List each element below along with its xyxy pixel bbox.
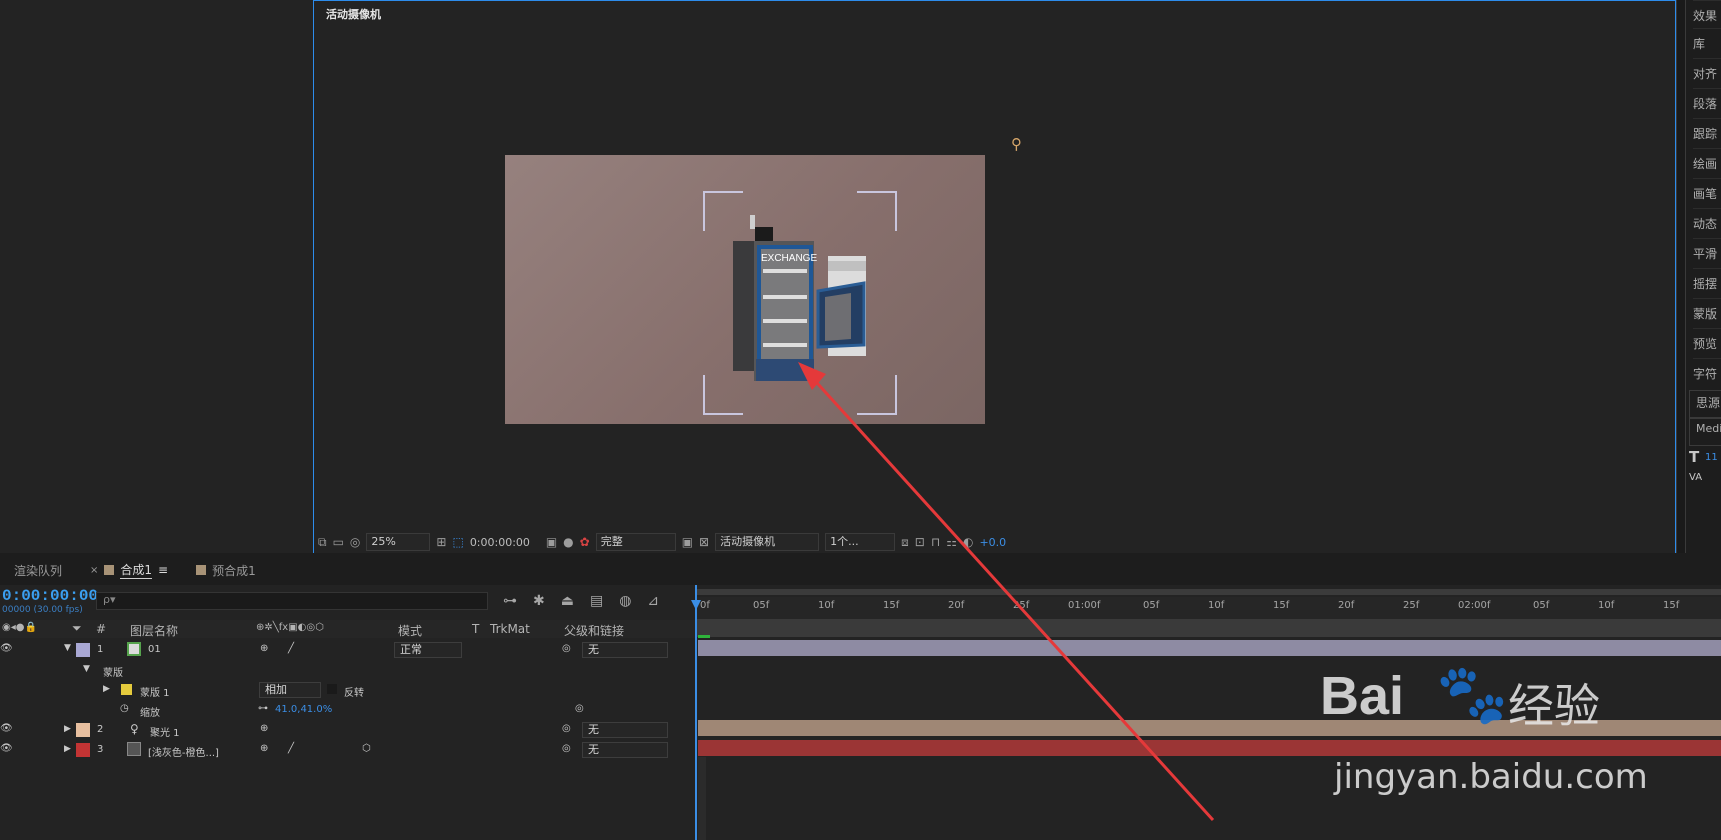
- watermark-brand2: 经验: [1508, 679, 1600, 733]
- paw-logo-icon: 🐾: [1436, 660, 1509, 728]
- watermark-url: jingyan.baidu.com: [1334, 757, 1648, 797]
- watermark-brand: Bai: [1320, 666, 1405, 726]
